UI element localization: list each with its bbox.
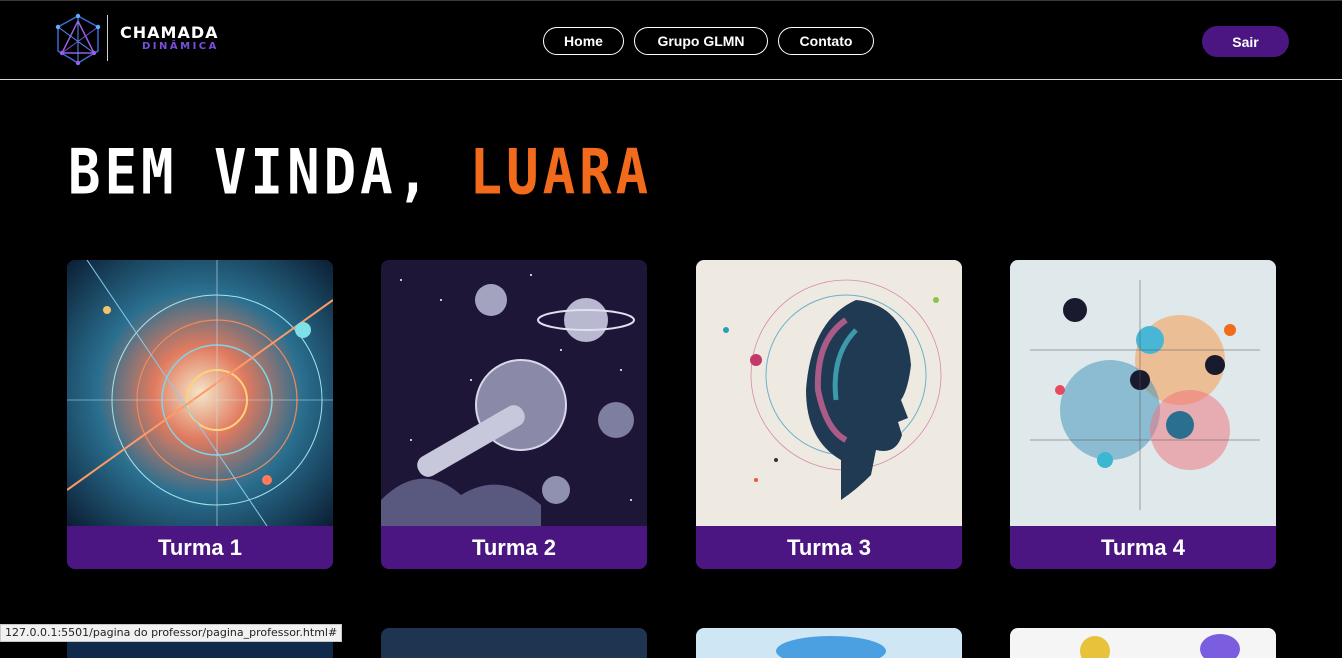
logo-subtitle: DINÂMICA [142,41,219,52]
class-card-8[interactable] [1010,628,1276,658]
class-card-2[interactable]: Turma 2 [381,260,647,569]
class-card-label: Turma 3 [696,526,962,569]
nav-contato-button[interactable]: Contato [778,27,874,55]
user-name: LUARA [469,136,653,209]
top-navbar: CHAMADA DINÂMICA Home Grupo GLMN Contato… [0,0,1342,80]
class-card-6[interactable] [381,628,647,658]
logo-network-icon [55,13,101,66]
abstract-orbs-art [1010,260,1276,526]
class-card-label: Turma 4 [1010,526,1276,569]
card-art-fragment [776,636,886,658]
class-card-label: Turma 1 [67,526,333,569]
abstract-circles-art [67,260,333,526]
class-card-3[interactable]: Turma 3 [696,260,962,569]
nav-grupo-glmn-button[interactable]: Grupo GLMN [634,27,768,55]
class-card-7[interactable] [696,628,962,658]
card-art-fragment [1080,636,1110,658]
head-profile-art [696,260,962,526]
logout-button[interactable]: Sair [1202,26,1289,57]
space-planets-art [381,260,647,526]
welcome-prefix: BEM VINDA, [68,136,470,209]
class-card-label: Turma 2 [381,526,647,569]
card-art-fragment [1200,634,1240,658]
logo-divider [107,15,108,61]
status-bar-url: 127.0.0.1:5501/pagina do professor/pagin… [0,624,343,642]
class-card-1[interactable]: Turma 1 [67,260,333,569]
logo-title: CHAMADA [120,23,219,42]
welcome-heading: BEM VINDA, LUARA [68,136,652,208]
logo[interactable]: CHAMADA DINÂMICA [54,13,224,67]
nav-home-button[interactable]: Home [543,27,624,55]
class-card-4[interactable]: Turma 4 [1010,260,1276,569]
